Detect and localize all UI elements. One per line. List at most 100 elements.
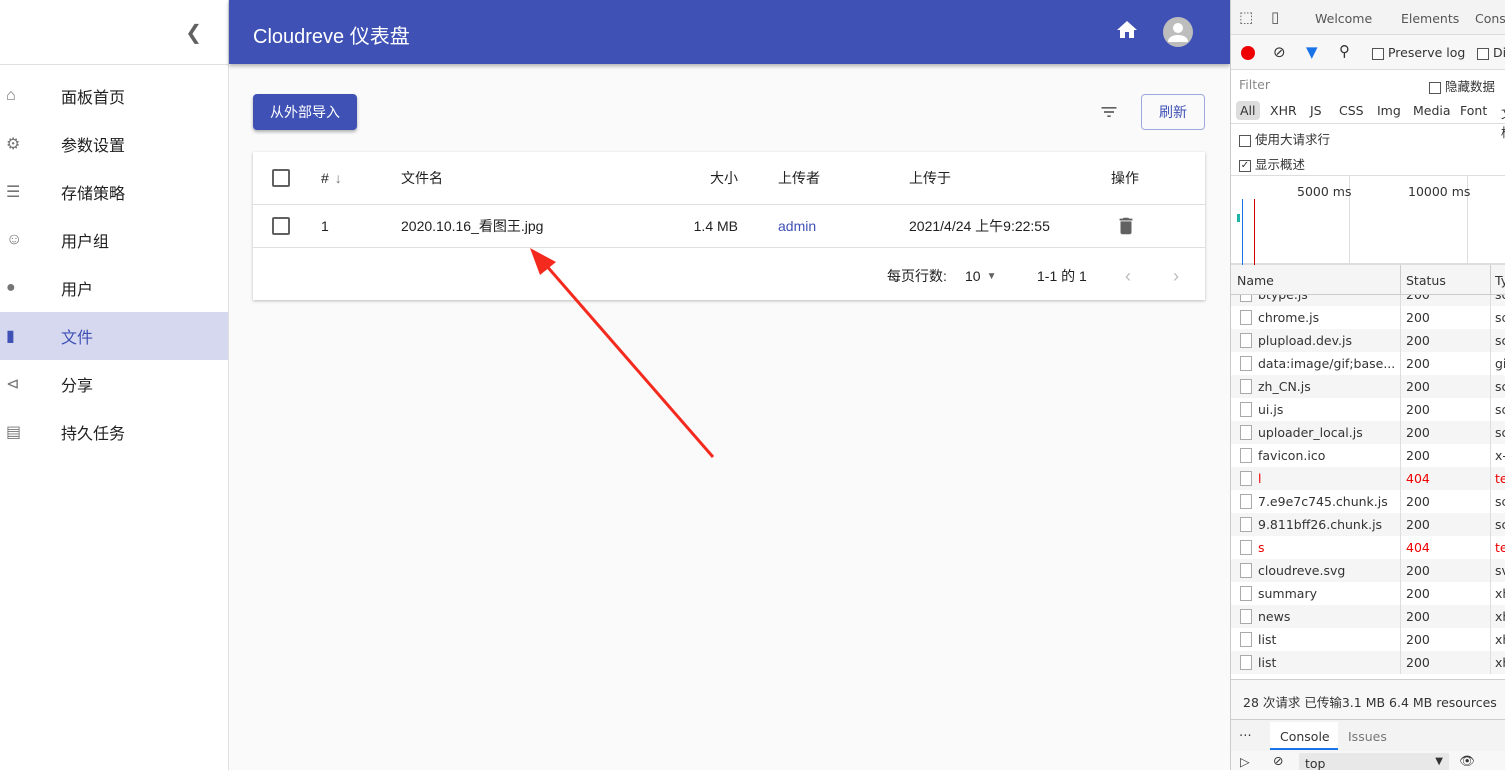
- prev-page-icon[interactable]: ‹: [1125, 252, 1131, 300]
- file-icon: [1240, 494, 1252, 509]
- network-request-row[interactable]: cloudreve.svg200svg+xml: [1231, 559, 1505, 582]
- sidebar-item-4[interactable]: ● 用户: [0, 264, 228, 312]
- large-rows-checkbox[interactable]: 使用大请求行: [1239, 129, 1330, 148]
- chevron-left-icon[interactable]: ❮: [185, 20, 202, 45]
- type-filter-1[interactable]: XHR: [1266, 101, 1301, 120]
- column-name[interactable]: Name: [1237, 273, 1274, 288]
- table-header: # ↓ 文件名 大小 上传者 上传于 操作: [253, 152, 1205, 205]
- inspect-icon[interactable]: ⬚: [1239, 8, 1253, 26]
- column-type[interactable]: Type: [1495, 273, 1505, 288]
- file-icon: [1240, 333, 1252, 348]
- sidebar: ❮ ⌂ 面板首页 ⚙ 参数设置 ☰ 存储策略 ☺ 用户组 ● 用户 ▮ 文件 ⊲ 分享 ▤ 持久任务: [0, 0, 229, 770]
- hide-data-checkbox[interactable]: 隐藏数据: [1429, 76, 1495, 95]
- network-request-row[interactable]: summary200xhr: [1231, 582, 1505, 605]
- network-request-row[interactable]: plupload.dev.js200script: [1231, 329, 1505, 352]
- network-request-row[interactable]: 7.e9e7c745.chunk.js200script: [1231, 490, 1505, 513]
- drawer-tab-issues[interactable]: Issues: [1348, 729, 1387, 744]
- rows-per-page-select[interactable]: 10 ▼: [965, 252, 996, 300]
- network-request-row[interactable]: btype.js200script: [1231, 295, 1505, 306]
- timeline-overview[interactable]: 5000 ms 10000 ms: [1231, 176, 1505, 265]
- context-select[interactable]: top ▼: [1299, 753, 1449, 770]
- column-status[interactable]: Status: [1406, 273, 1446, 288]
- sidebar-item-label: 用户: [61, 282, 94, 299]
- network-request-row[interactable]: uploader_local.js200script: [1231, 421, 1505, 444]
- disable-cache-checkbox[interactable]: Disable cache: [1477, 45, 1505, 60]
- arrow-down-icon: ↓: [334, 170, 342, 186]
- storage-icon: ☰: [6, 184, 21, 201]
- type-filter-3[interactable]: CSS: [1335, 101, 1368, 120]
- filter-input[interactable]: Filter: [1236, 74, 1414, 93]
- file-icon: [1240, 448, 1252, 463]
- avatar[interactable]: [1163, 17, 1193, 47]
- sidebar-item-label: 分享: [61, 378, 94, 395]
- network-request-row[interactable]: ui.js200script: [1231, 398, 1505, 421]
- import-button[interactable]: 从外部导入: [253, 94, 357, 130]
- header-uploaded: 上传于: [909, 170, 951, 186]
- network-request-row[interactable]: s404text: [1231, 536, 1505, 559]
- row-uploader-link[interactable]: admin: [778, 205, 816, 247]
- sort-id-header[interactable]: # ↓: [321, 152, 342, 204]
- type-filter-6[interactable]: Font: [1456, 101, 1491, 120]
- sidebar-item-1[interactable]: ⚙ 参数设置: [0, 120, 228, 168]
- row-checkbox[interactable]: [272, 217, 290, 235]
- tab-elements[interactable]: Elements: [1401, 11, 1459, 26]
- network-request-row[interactable]: 9.811bff26.chunk.js200script: [1231, 513, 1505, 536]
- sidebar-item-2[interactable]: ☰ 存储策略: [0, 168, 228, 216]
- network-request-row[interactable]: list200xhr: [1231, 651, 1505, 674]
- header-size: 大小: [710, 170, 738, 186]
- network-request-row[interactable]: chrome.js200script: [1231, 306, 1505, 329]
- select-all-checkbox[interactable]: [272, 169, 290, 187]
- type-filter-5[interactable]: Media: [1409, 101, 1455, 120]
- type-filter-4[interactable]: Img: [1373, 101, 1405, 120]
- file-icon: [1240, 632, 1252, 647]
- network-request-row[interactable]: favicon.ico200x-icon: [1231, 444, 1505, 467]
- search-icon[interactable]: ⚲: [1339, 42, 1350, 60]
- network-request-row[interactable]: l404text: [1231, 467, 1505, 490]
- network-summary: 28 次请求 已传输3.1 MB 6.4 MB resources: [1243, 695, 1497, 710]
- record-icon[interactable]: [1241, 46, 1255, 60]
- overview-checkbox[interactable]: ✓ 显示概述: [1239, 154, 1305, 173]
- network-request-row[interactable]: list200xhr: [1231, 628, 1505, 651]
- clear-console-icon[interactable]: ⊘: [1273, 753, 1283, 768]
- sidebar-item-0[interactable]: ⌂ 面板首页: [0, 72, 228, 120]
- row-size: 1.4 MB: [693, 218, 738, 234]
- file-icon: [1240, 310, 1252, 325]
- file-icon: ▮: [6, 328, 15, 345]
- tab-welcome[interactable]: Welcome: [1315, 11, 1372, 26]
- group-icon: ☺: [6, 231, 23, 248]
- pagination: 每页行数: 10 ▼ 1-1 的 1 ‹ ›: [253, 252, 1205, 300]
- file-icon: [1240, 540, 1252, 555]
- device-toolbar-icon[interactable]: ▯: [1271, 8, 1279, 26]
- type-filter-2[interactable]: JS: [1306, 101, 1326, 120]
- sidebar-item-7[interactable]: ▤ 持久任务: [0, 408, 228, 456]
- delete-icon[interactable]: [1115, 215, 1137, 237]
- sidebar-item-5[interactable]: ▮ 文件: [0, 312, 228, 360]
- home-icon[interactable]: [1115, 18, 1139, 42]
- preserve-log-checkbox[interactable]: Preserve log: [1372, 45, 1465, 60]
- sidebar-item-label: 存储策略: [61, 186, 126, 203]
- row-uploaded: 2021/4/24 上午9:22:55: [909, 218, 1050, 234]
- network-request-row[interactable]: zh_CN.js200script: [1231, 375, 1505, 398]
- filter-icon[interactable]: [1099, 102, 1119, 122]
- person-icon: ●: [6, 279, 16, 296]
- network-request-row[interactable]: news200xhr: [1231, 605, 1505, 628]
- row-filename: 2020.10.16_看图王.jpg: [401, 218, 544, 234]
- eye-icon[interactable]: 👁: [1459, 753, 1475, 769]
- file-icon: [1240, 586, 1252, 601]
- filter-icon[interactable]: ▼: [1306, 43, 1318, 61]
- network-request-row[interactable]: data:image/gif;base...200gif: [1231, 352, 1505, 375]
- drawer-tab-console[interactable]: Console: [1270, 722, 1338, 750]
- tab-console[interactable]: Console: [1475, 11, 1505, 26]
- dropdown-icon: ▼: [986, 270, 997, 282]
- more-icon[interactable]: ⋯: [1239, 727, 1252, 742]
- file-icon: [1240, 379, 1252, 394]
- sidebar-item-6[interactable]: ⊲ 分享: [0, 360, 228, 408]
- clear-icon[interactable]: ⊘: [1273, 43, 1286, 61]
- sidebar-item-3[interactable]: ☺ 用户组: [0, 216, 228, 264]
- row-id: 1: [321, 218, 329, 234]
- main-content: 从外部导入 刷新 # ↓ 文件名 大小 上传者 上传于 操作 1 2020.10.…: [229, 64, 1230, 770]
- sidebar-toggle-icon[interactable]: ▷: [1240, 754, 1250, 769]
- refresh-button[interactable]: 刷新: [1141, 94, 1205, 130]
- next-page-icon[interactable]: ›: [1173, 252, 1179, 300]
- type-filter-0[interactable]: All: [1236, 101, 1260, 120]
